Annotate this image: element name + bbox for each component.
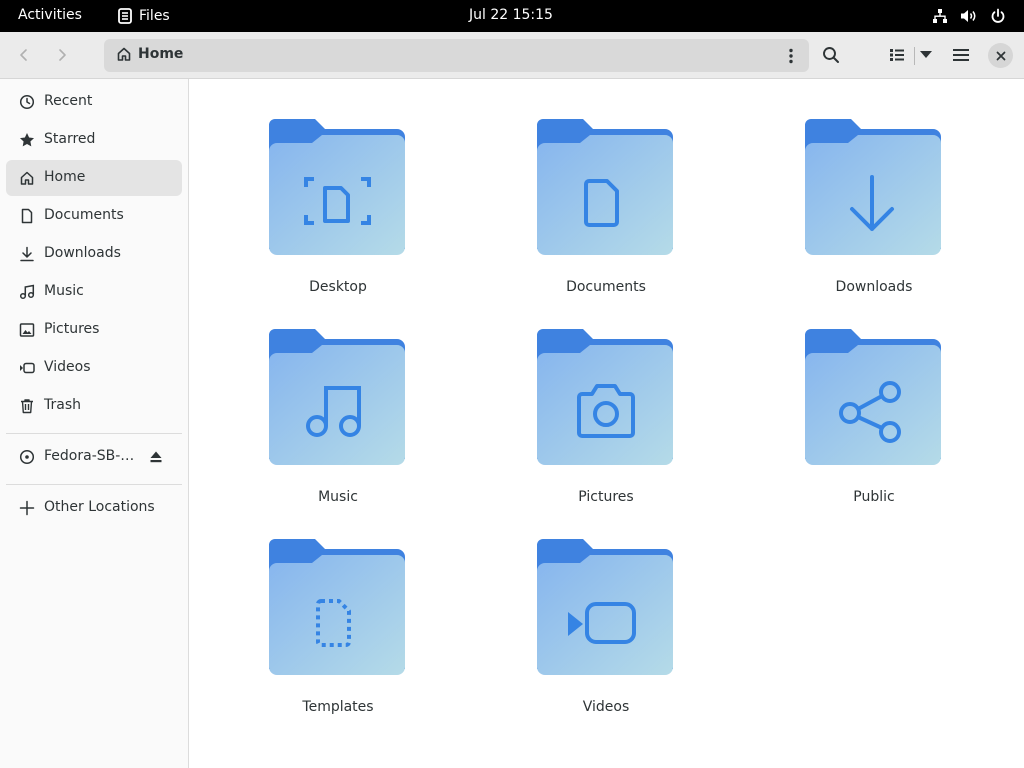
- path-home-button[interactable]: Home: [116, 46, 183, 62]
- folder-documents[interactable]: Documents: [506, 81, 706, 295]
- folder-downloads[interactable]: Downloads: [774, 81, 974, 295]
- sidebar-item-starred[interactable]: Starred: [6, 122, 182, 158]
- app-name: Files: [139, 8, 170, 24]
- folder-public[interactable]: Public: [774, 291, 974, 505]
- folder-icon: [805, 119, 941, 255]
- sidebar: Recent Starred Home Documents Downloads …: [0, 79, 189, 768]
- folder-icon: [269, 329, 405, 465]
- folder-icon: [269, 119, 405, 255]
- folder-label: Public: [853, 489, 895, 505]
- sidebar-item-label: Home: [44, 169, 86, 185]
- home-icon: [117, 47, 131, 61]
- sidebar-item-recent[interactable]: Recent: [6, 84, 182, 120]
- hamburger-menu-icon: [953, 49, 969, 61]
- back-button[interactable]: [8, 39, 40, 71]
- forward-button[interactable]: [46, 39, 78, 71]
- folder-icon: [805, 329, 941, 465]
- download-icon: [19, 246, 35, 262]
- folder-music[interactable]: Music: [238, 291, 438, 505]
- folder-icon: [537, 539, 673, 675]
- clock[interactable]: Jul 22 15:15: [469, 7, 559, 23]
- sidebar-item-label: Starred: [44, 131, 96, 147]
- folder-icon: [537, 119, 673, 255]
- sidebar-item-other-locations[interactable]: Other Locations: [6, 490, 182, 526]
- path-home-label: Home: [138, 46, 184, 62]
- folder-pictures[interactable]: Pictures: [506, 291, 706, 505]
- folder-icon: [269, 539, 405, 675]
- folder-icon: [537, 329, 673, 465]
- view-list-button[interactable]: [881, 39, 913, 71]
- folder-label: Videos: [582, 699, 630, 715]
- power-icon: [988, 6, 1008, 26]
- header-bar: Home: [0, 32, 1024, 79]
- network-wired-icon: [930, 6, 950, 26]
- system-status-area[interactable]: [930, 6, 1008, 26]
- sidebar-item-videos[interactable]: Videos: [6, 350, 182, 386]
- close-icon: [996, 51, 1005, 60]
- path-bar[interactable]: Home: [104, 39, 809, 72]
- picture-icon: [19, 322, 35, 338]
- sidebar-item-drive[interactable]: Fedora-SB-…: [6, 439, 182, 475]
- document-icon: [19, 208, 35, 224]
- sidebar-item-label: Documents: [44, 207, 124, 223]
- sidebar-item-label: Pictures: [44, 321, 100, 337]
- activities-button[interactable]: Activities: [18, 7, 82, 23]
- go-forward-icon: [59, 49, 66, 61]
- app-menu[interactable]: Files: [118, 6, 170, 26]
- sidebar-separator: [6, 433, 182, 434]
- clock-icon: [19, 94, 35, 110]
- eject-icon[interactable]: [147, 448, 165, 466]
- sidebar-item-label: Fedora-SB-…: [44, 448, 135, 464]
- sidebar-separator: [6, 484, 182, 485]
- sidebar-item-label: Recent: [44, 93, 93, 109]
- sidebar-item-trash[interactable]: Trash: [6, 388, 182, 424]
- sidebar-item-label: Videos: [44, 359, 91, 375]
- sidebar-item-label: Trash: [44, 397, 81, 413]
- folder-grid: Desktop Documents Downloads Music Pictur…: [189, 79, 1024, 768]
- volume-icon: [959, 6, 979, 26]
- view-options-dropdown[interactable]: [910, 39, 942, 71]
- plus-icon: [19, 500, 35, 516]
- view-list-icon: [890, 49, 904, 61]
- music-icon: [19, 284, 35, 300]
- dropdown-arrow-icon: [920, 51, 932, 58]
- star-icon: [19, 132, 35, 148]
- disc-icon: [19, 449, 35, 465]
- folder-templates[interactable]: Templates: [238, 501, 438, 715]
- sidebar-item-pictures[interactable]: Pictures: [6, 312, 182, 348]
- sidebar-item-label: Other Locations: [44, 499, 155, 515]
- files-app-icon: [118, 8, 132, 24]
- sidebar-item-downloads[interactable]: Downloads: [6, 236, 182, 272]
- video-icon: [19, 360, 35, 376]
- trash-icon: [19, 398, 35, 414]
- folder-label: Templates: [302, 699, 374, 715]
- more-vertical-icon: [789, 48, 793, 63]
- main-menu-button[interactable]: [945, 39, 977, 71]
- sidebar-item-label: Downloads: [44, 245, 121, 261]
- sidebar-item-label: Music: [44, 283, 84, 299]
- sidebar-item-home[interactable]: Home: [6, 160, 182, 196]
- sidebar-item-music[interactable]: Music: [6, 274, 182, 310]
- folder-desktop[interactable]: Desktop: [238, 81, 438, 295]
- search-icon: [823, 47, 839, 63]
- search-button[interactable]: [815, 39, 847, 71]
- folder-videos[interactable]: Videos: [506, 501, 706, 715]
- close-window-button[interactable]: [988, 43, 1013, 68]
- top-bar: Activities Files Jul 22 15:15: [0, 0, 1024, 32]
- path-menu-button[interactable]: [779, 39, 803, 72]
- sidebar-item-documents[interactable]: Documents: [6, 198, 182, 234]
- go-back-icon: [20, 49, 27, 61]
- home-icon: [19, 170, 35, 186]
